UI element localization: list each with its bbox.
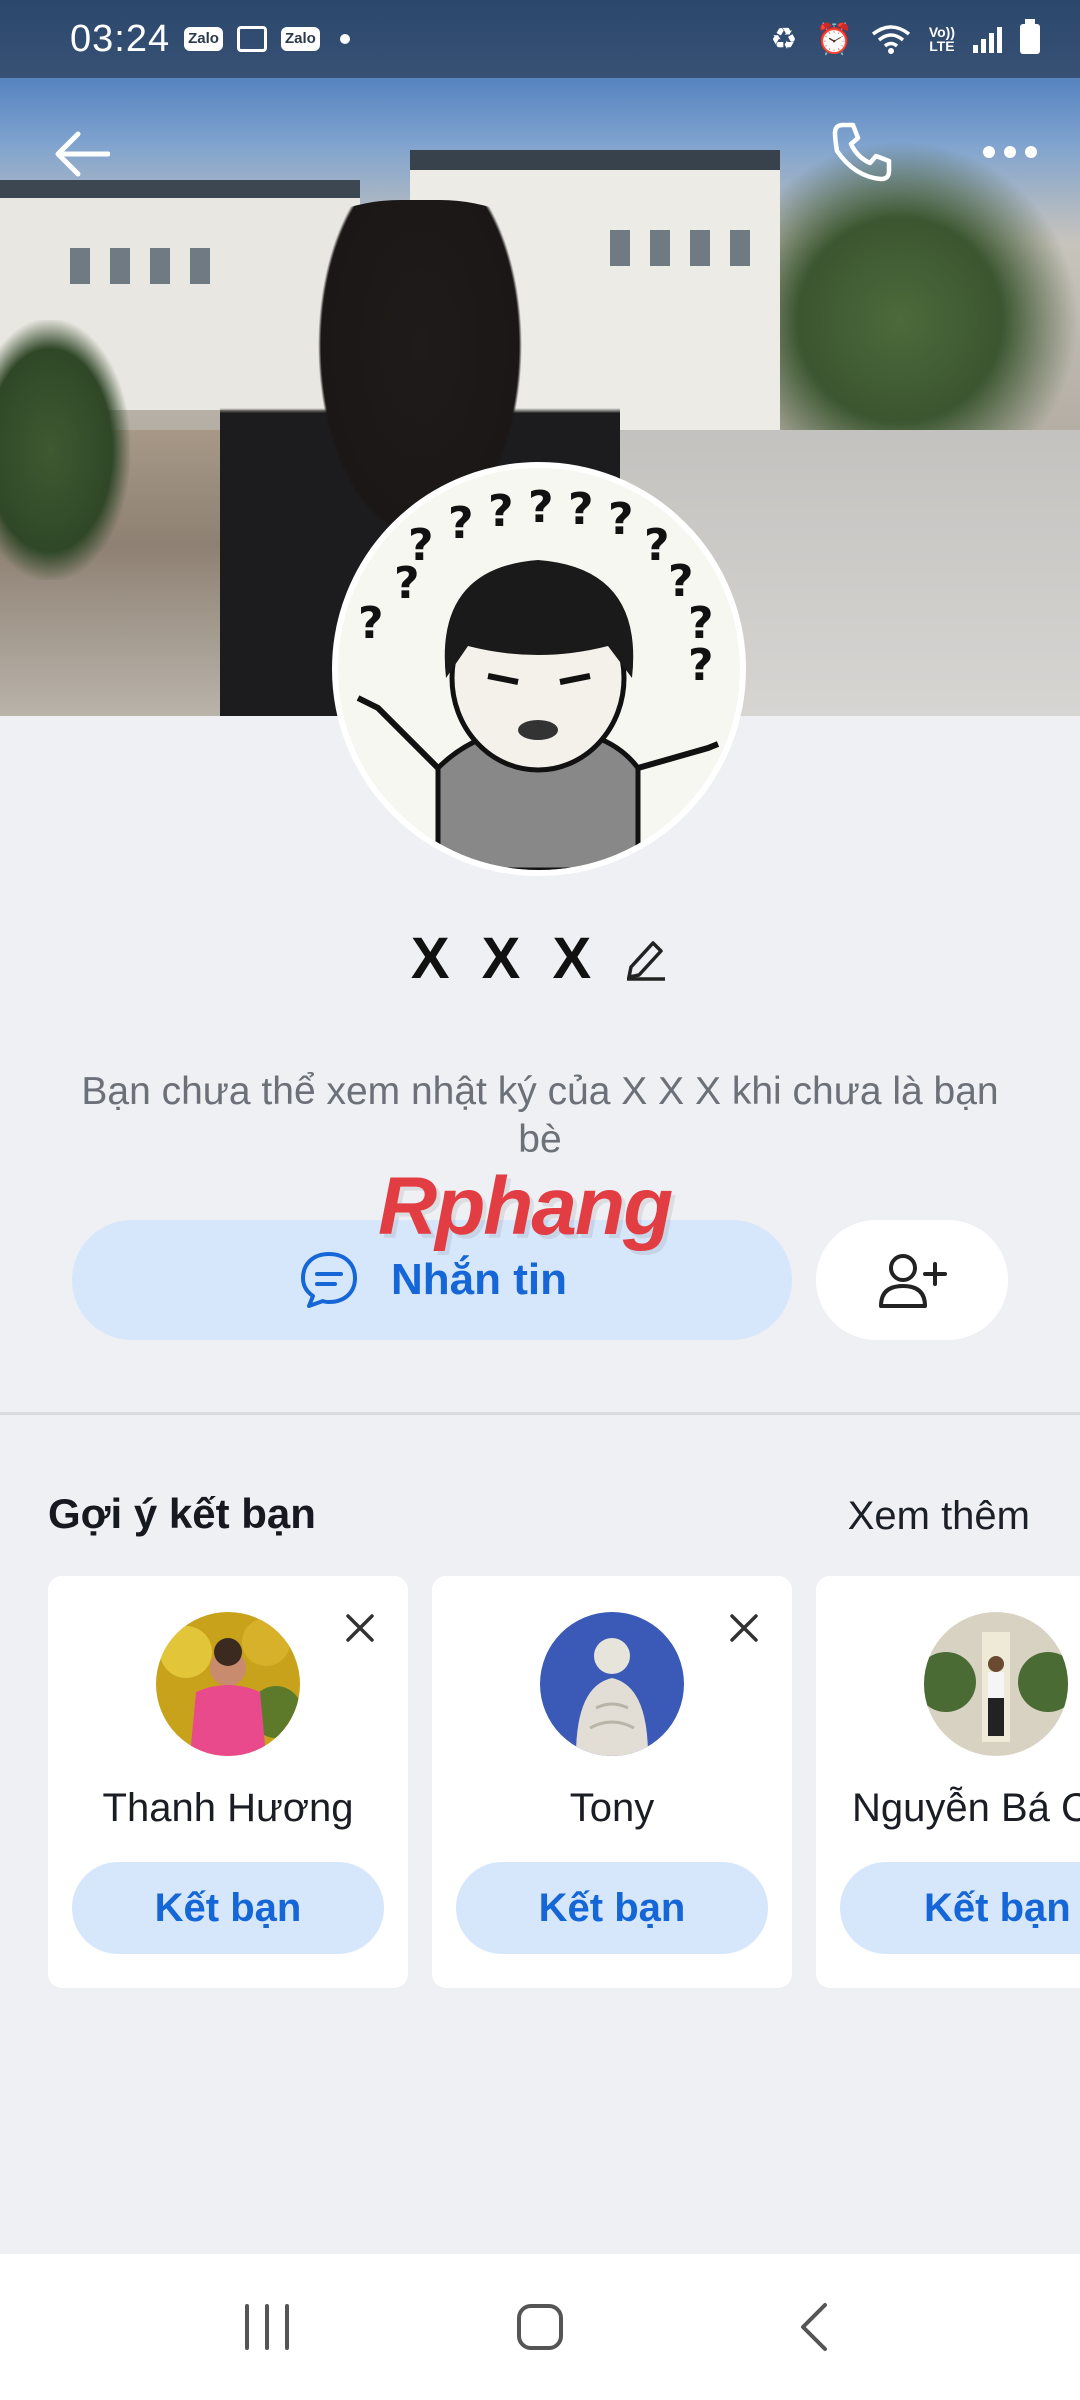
meme-avatar-image: ??? ??? ??? ??? <box>338 468 740 870</box>
cover-window <box>650 230 670 266</box>
cover-window <box>70 248 90 284</box>
status-indicators: ♻ ⏰ Vo)) LTE <box>770 19 1040 57</box>
add-user-icon <box>879 1254 947 1308</box>
suggestion-card[interactable]: Thanh Hương Kết bạn <box>48 1576 408 1988</box>
diary-restriction-note: Bạn chưa thể xem nhật ký của X X X khi c… <box>81 1070 999 1161</box>
svg-text:?: ? <box>528 482 554 533</box>
close-icon <box>346 1614 374 1642</box>
see-more-link[interactable]: Xem thêm <box>848 1494 1030 1539</box>
more-dots-icon <box>983 146 1037 158</box>
svg-text:?: ? <box>688 640 714 691</box>
add-friend-button[interactable] <box>816 1220 1008 1340</box>
profile-avatar[interactable]: ??? ??? ??? ??? <box>332 462 746 876</box>
more-notifications-dot-icon <box>339 34 350 44</box>
volte-icon: Vo)) LTE <box>928 24 955 54</box>
image-notification-icon <box>236 26 267 52</box>
suggestion-card[interactable]: Nguyễn Bá C Kết bạn <box>816 1576 1080 1988</box>
suggestion-avatar[interactable] <box>924 1612 1068 1756</box>
cover-window <box>610 230 630 266</box>
chevron-left-icon <box>801 2303 828 2351</box>
call-button[interactable] <box>822 112 902 192</box>
svg-text:?: ? <box>488 486 514 537</box>
svg-text:?: ? <box>568 484 594 535</box>
wifi-icon <box>871 25 910 54</box>
svg-text:?: ? <box>358 598 384 649</box>
alarm-icon: ⏰ <box>815 22 853 56</box>
recent-apps-button[interactable] <box>217 2277 317 2377</box>
suggestion-avatar[interactable] <box>540 1612 684 1756</box>
cover-window <box>190 248 210 284</box>
arrow-left-icon <box>55 131 110 177</box>
suggestion-name: Tony <box>569 1786 655 1830</box>
suggestion-name: Thanh Hương <box>102 1786 354 1830</box>
dismiss-suggestion-button[interactable] <box>720 1604 768 1652</box>
svg-text:?: ? <box>644 520 670 571</box>
svg-text:?: ? <box>448 498 474 549</box>
phone-icon <box>832 122 892 182</box>
cover-tree <box>0 320 130 580</box>
person-photo-image <box>924 1612 1068 1756</box>
person-photo-image <box>156 1612 300 1756</box>
system-back-button[interactable] <box>763 2277 863 2377</box>
system-navigation-bar <box>0 2254 1080 2400</box>
watermark-logo: Rphang <box>378 1161 673 1252</box>
pencil-icon <box>627 941 666 981</box>
edit-name-button[interactable] <box>623 935 669 981</box>
add-friend-suggestion-button[interactable]: Kết bạn <box>840 1862 1080 1954</box>
back-button[interactable] <box>46 118 118 190</box>
profile-name-row: X X X <box>0 918 1080 998</box>
message-button-label: Nhắn tin <box>391 1255 567 1304</box>
profile-name: X X X <box>410 925 600 991</box>
cover-window <box>150 248 170 284</box>
section-divider <box>0 1412 1080 1415</box>
add-friend-suggestion-button[interactable]: Kết bạn <box>72 1862 384 1954</box>
statue-photo-image <box>540 1612 684 1756</box>
recycle-icon: ♻ <box>770 22 798 56</box>
status-time: 03:24 <box>70 17 171 60</box>
cover-window <box>730 230 750 266</box>
suggestion-name: Nguyễn Bá C <box>852 1786 1080 1830</box>
status-bar: 03:24 Zalo Zalo ♻ ⏰ Vo)) LTE <box>0 0 1080 78</box>
friend-suggestions-title: Gợi ý kết bạn <box>48 1490 316 1537</box>
svg-text:?: ? <box>394 558 420 609</box>
suggestion-avatar[interactable] <box>156 1612 300 1756</box>
battery-icon <box>1020 19 1040 54</box>
signal-icon <box>973 25 1002 53</box>
zalo-notification-icon: Zalo <box>184 27 223 51</box>
cover-window <box>690 230 710 266</box>
suggestion-card[interactable]: Tony Kết bạn <box>432 1576 792 1988</box>
add-friend-suggestion-button[interactable]: Kết bạn <box>456 1862 768 1954</box>
cover-window <box>110 248 130 284</box>
more-options-button[interactable] <box>970 112 1050 192</box>
home-icon <box>516 2304 563 2350</box>
home-button[interactable] <box>490 2277 590 2377</box>
recent-apps-icon <box>244 2304 289 2350</box>
close-icon <box>730 1614 758 1642</box>
zalo-notification-icon: Zalo <box>280 27 320 51</box>
chat-bubble-icon <box>301 1252 357 1308</box>
svg-text:?: ? <box>608 494 634 545</box>
dismiss-suggestion-button[interactable] <box>336 1604 384 1652</box>
